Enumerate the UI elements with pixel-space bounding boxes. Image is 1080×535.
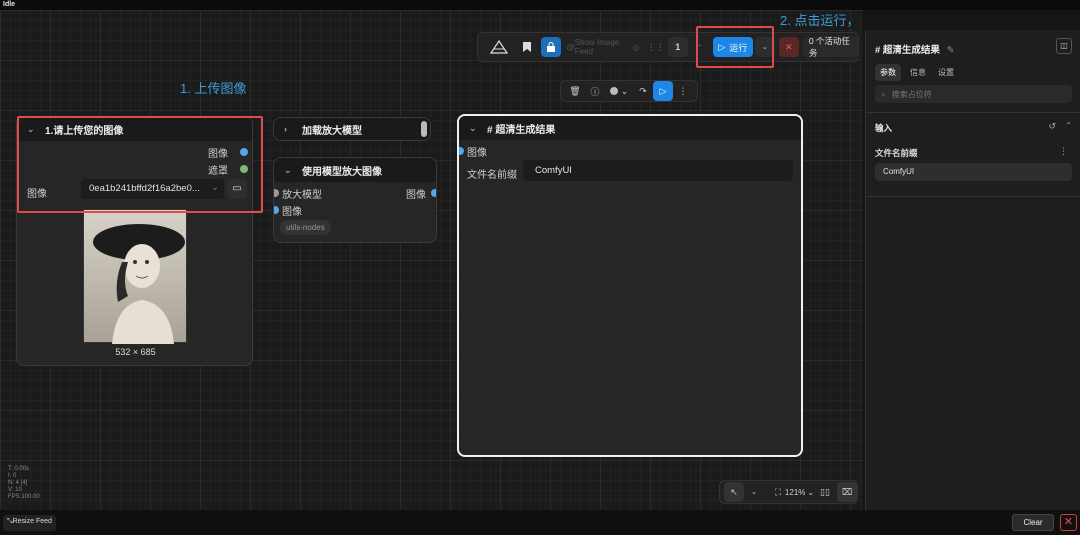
top-toolbar: @ Show Image Feed ◎ ⋮⋮ 1 ⌃ ▷ 运行 ⌄ ✕ 0 个活动任… <box>477 32 859 62</box>
section-title: 输入 <box>875 123 893 133</box>
close-feed-icon[interactable]: ✕ <box>1060 514 1077 531</box>
filename-prefix-input[interactable]: ComfyUI <box>523 160 793 181</box>
bottom-bar: ⤡Resize Feed Clear ✕ <box>0 510 1080 535</box>
minimap-icon[interactable]: ▯▯ <box>815 482 835 502</box>
tab-info[interactable]: 信息 <box>907 64 929 81</box>
collapse-chevron-icon[interactable]: ⌄ <box>469 123 487 134</box>
bypass-icon[interactable]: ↷ <box>633 81 653 101</box>
filename-prefix-input[interactable]: ComfyUI <box>875 163 1072 181</box>
node-title: 加载放大模型 <box>302 125 362 137</box>
expand-chevron-icon[interactable]: › <box>284 124 302 134</box>
tab-settings[interactable]: 设置 <box>935 64 957 81</box>
node-load-upscale-model[interactable]: › 加载放大模型 <box>273 117 431 141</box>
selection-toolbar: 🗑 ⓘ ⌄ ↷ ▷ ⋮ <box>560 80 698 102</box>
more-options-icon[interactable]: ⋮ <box>673 81 693 101</box>
node-title: 使用模型放大图像 <box>302 166 382 178</box>
graph-canvas[interactable]: 1. 上传图像 2. 点击运行，等待生成结果 @Show Image Feed◎… <box>0 10 863 510</box>
queue-count[interactable]: 1 <box>667 37 688 57</box>
node-header[interactable]: ⌄ # 超清生成结果 <box>459 116 801 140</box>
execute-node-button[interactable]: ▷ <box>653 81 673 101</box>
canvas-controls: ↖ ⌄ ⛶ 121% ⌄ ▯▯ ⌧ <box>719 480 858 504</box>
panel-title-text: # 超清生成结果 <box>875 45 940 56</box>
annotation-step1: 1. 上传图像 <box>180 81 247 96</box>
input-label-model: 放大模型 <box>282 190 322 201</box>
output-label-image: 图像 <box>406 190 426 201</box>
collapse-section-icon[interactable]: ⌃ <box>1065 121 1072 130</box>
zoom-level[interactable]: 121% ⌄ <box>784 482 814 502</box>
field-label-filename-prefix: 文件名前缀 <box>467 170 517 181</box>
pointer-tool-icon[interactable]: ↖ <box>724 482 744 502</box>
tab-params[interactable]: 参数 <box>875 64 901 81</box>
field-more-icon[interactable]: ⋮ <box>1059 146 1068 157</box>
resize-feed-label: Resize Feed <box>12 518 52 525</box>
tool-chevron-icon[interactable]: ⌄ <box>744 482 764 502</box>
input-port-model[interactable] <box>274 189 279 197</box>
drag-handle-icon[interactable]: ⋮⋮ <box>646 37 666 57</box>
show-image-feed-toggle[interactable]: @ Show Image Feed ◎ <box>567 37 640 57</box>
input-label-image: 图像 <box>467 148 487 159</box>
info-icon[interactable]: ⓘ <box>585 81 605 101</box>
resize-feed-button[interactable]: ⤡Resize Feed <box>3 515 56 531</box>
annotation-run-highlight <box>696 26 774 68</box>
search-placeholder: 搜索占位符 <box>891 90 932 99</box>
zoom-level-label: 121% <box>784 487 806 497</box>
panel-title: # 超清生成结果 ✎ <box>875 42 955 56</box>
node-header[interactable]: › 加载放大模型 <box>274 118 430 140</box>
reset-icon[interactable]: ↺ <box>1048 121 1056 132</box>
properties-panel: # 超清生成结果 ✎ ◫ 参数 信息 设置 ⌕ 搜索占位符 输入 ↺ ⌃ 文件名… <box>865 30 1080 510</box>
stat-i: I: 0 <box>8 473 17 479</box>
node-header[interactable]: ⌄ 使用模型放大图像 <box>274 158 436 182</box>
lock-button[interactable] <box>540 37 561 57</box>
node-source-badge: utils-nodes <box>280 220 331 235</box>
input-port-image[interactable] <box>274 206 279 214</box>
delete-icon[interactable]: 🗑 <box>565 81 585 101</box>
bookmark-icon[interactable] <box>517 37 537 57</box>
logo-icon <box>488 37 511 57</box>
preview-image <box>83 209 187 344</box>
output-handle[interactable] <box>421 121 427 137</box>
input-port-image[interactable] <box>459 147 464 155</box>
clear-button[interactable]: Clear <box>1012 514 1054 531</box>
search-icon: ⌕ <box>881 90 886 99</box>
node-upscale-image[interactable]: ⌄ 使用模型放大图像 放大模型 图像 图像 utils-nodes <box>273 157 437 243</box>
active-tasks-button[interactable]: 0 个活动任务 <box>802 36 858 58</box>
edit-pencil-icon[interactable]: ✎ <box>947 45 955 56</box>
divider <box>866 112 1080 113</box>
divider <box>866 196 1080 197</box>
status-text: Idle <box>3 1 16 8</box>
stat-v: V: 10 <box>8 487 22 493</box>
output-port-image[interactable] <box>431 189 436 197</box>
field-label-filename-prefix: 文件名前缀 <box>875 148 918 158</box>
title-bar: Idle <box>0 0 1080 10</box>
stat-fps: FPS:100.00 <box>8 494 40 500</box>
image-dimensions: 532 × 685 <box>115 347 156 357</box>
cancel-run-button[interactable]: ✕ <box>778 37 799 57</box>
toggle-panel-icon[interactable]: ◫ <box>1056 38 1072 54</box>
search-input[interactable]: ⌕ 搜索占位符 <box>875 85 1072 103</box>
stat-nodes: N: 4 [4] <box>8 480 28 486</box>
input-label-image: 图像 <box>282 207 302 218</box>
stat-time: T: 0.00s <box>8 466 30 472</box>
panel-tabs: 参数 信息 设置 <box>875 64 957 81</box>
annotation-upload-highlight <box>17 116 263 213</box>
node-save-result[interactable]: ⌄ # 超清生成结果 图像 文件名前缀 ComfyUI <box>457 114 803 457</box>
color-picker[interactable]: ⌄ <box>605 81 633 101</box>
node-title: # 超清生成结果 <box>487 124 556 136</box>
perf-stats: T: 0.00s I: 0 N: 4 [4] V: 10 FPS:100.00 <box>8 466 40 501</box>
feed-label: Show Image Feed <box>574 38 620 56</box>
collapse-chevron-icon[interactable]: ⌄ <box>284 165 302 176</box>
link-visibility-icon[interactable]: ⌧ <box>837 482 857 502</box>
